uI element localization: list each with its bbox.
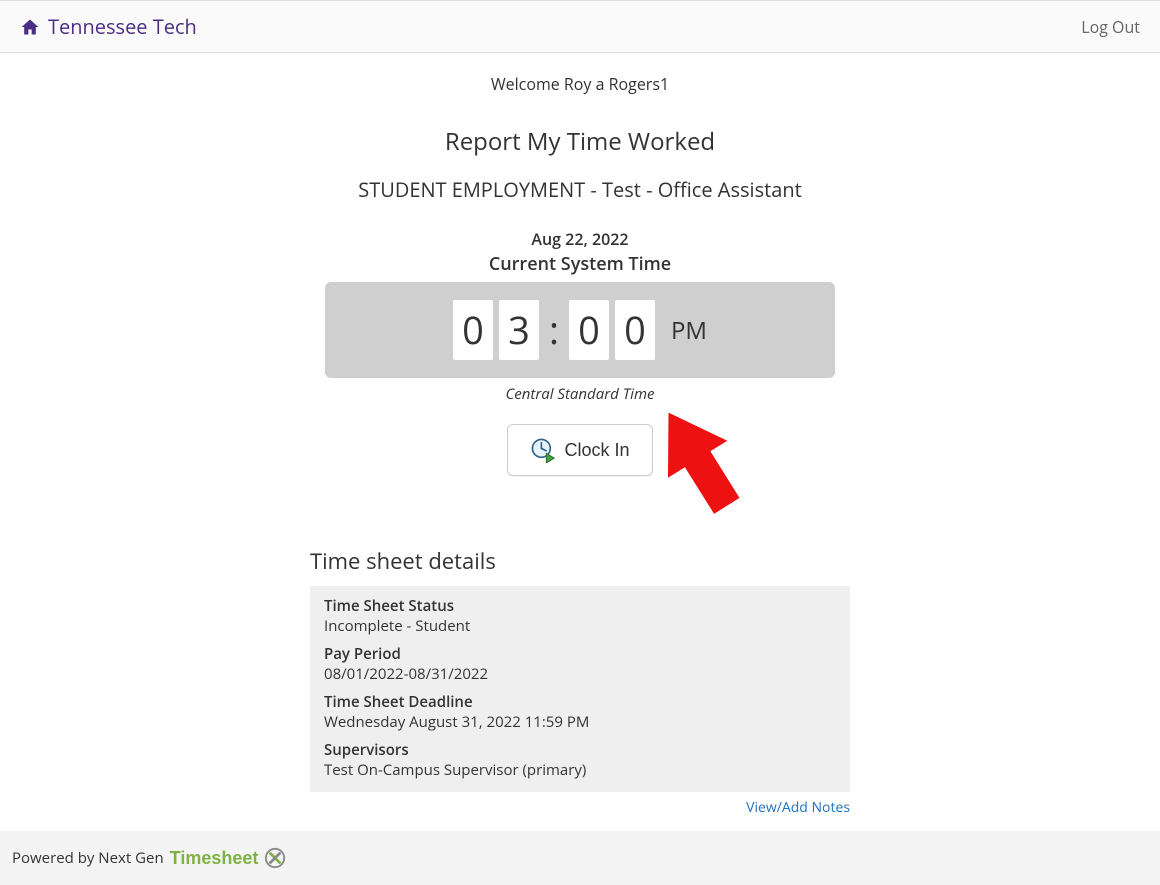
detail-label: Time Sheet Status	[324, 596, 836, 616]
detail-value: Test On-Campus Supervisor (primary)	[324, 760, 836, 780]
detail-item-deadline: Time Sheet Deadline Wednesday August 31,…	[324, 692, 836, 732]
timezone-label: Central Standard Time	[0, 384, 1160, 404]
clock-in-label: Clock In	[564, 440, 629, 461]
brand-text: Tennessee Tech	[48, 13, 197, 40]
detail-value: Incomplete - Student	[324, 616, 836, 636]
clock-display: 0 3 : 0 0 PM	[325, 282, 835, 378]
page-title: Report My Time Worked	[0, 125, 1160, 158]
product-name: Timesheet	[170, 848, 259, 869]
header-bar: Tennessee Tech Log Out	[0, 0, 1160, 53]
minute-digit-1: 0	[569, 300, 609, 360]
footer: Powered by Next Gen Timesheet	[0, 831, 1160, 885]
details-card: Time Sheet Status Incomplete - Student P…	[310, 586, 850, 792]
job-title: STUDENT EMPLOYMENT - Test - Office Assis…	[0, 176, 1160, 203]
main-content: Welcome Roy a Rogers1 Report My Time Wor…	[0, 53, 1160, 817]
current-time-label: Current System Time	[0, 252, 1160, 276]
timesheet-details-section: Time sheet details Time Sheet Status Inc…	[310, 546, 850, 817]
hour-digit-1: 0	[453, 300, 493, 360]
detail-label: Pay Period	[324, 644, 836, 664]
detail-value: 08/01/2022-08/31/2022	[324, 664, 836, 684]
detail-item-supervisors: Supervisors Test On-Campus Supervisor (p…	[324, 740, 836, 780]
detail-item-status: Time Sheet Status Incomplete - Student	[324, 596, 836, 636]
am-pm: PM	[671, 314, 707, 347]
colon: :	[545, 304, 563, 356]
details-heading: Time sheet details	[310, 546, 850, 576]
hour-digit-2: 3	[499, 300, 539, 360]
welcome-text: Welcome Roy a Rogers1	[0, 73, 1160, 95]
clock-icon	[530, 437, 556, 463]
detail-value: Wednesday August 31, 2022 11:59 PM	[324, 712, 836, 732]
timesheetx-logo-icon	[264, 847, 286, 869]
current-date: Aug 22, 2022	[0, 228, 1160, 250]
detail-label: Time Sheet Deadline	[324, 692, 836, 712]
powered-by-text: Powered by Next Gen	[12, 848, 164, 868]
view-add-notes-link[interactable]: View/Add Notes	[310, 798, 850, 817]
home-icon	[20, 17, 40, 37]
detail-item-pay-period: Pay Period 08/01/2022-08/31/2022	[324, 644, 836, 684]
logout-link[interactable]: Log Out	[1081, 16, 1140, 38]
clock-in-button[interactable]: Clock In	[507, 424, 652, 476]
brand-link[interactable]: Tennessee Tech	[20, 13, 197, 40]
detail-label: Supervisors	[324, 740, 836, 760]
minute-digit-2: 0	[615, 300, 655, 360]
